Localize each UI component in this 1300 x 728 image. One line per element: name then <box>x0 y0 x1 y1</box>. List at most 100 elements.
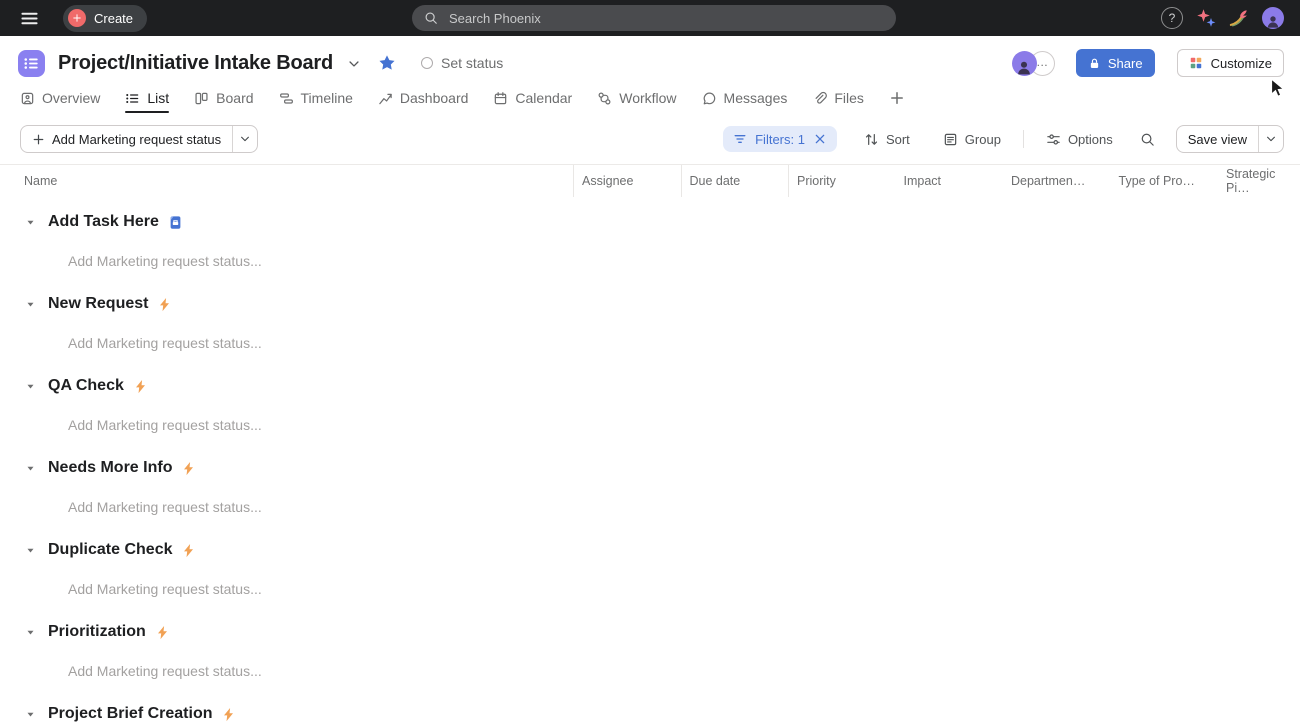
collapse-triangle-icon[interactable] <box>25 627 36 638</box>
group-badge-icon[interactable] <box>157 297 172 312</box>
column-header[interactable]: Name <box>0 165 573 197</box>
status-group: Project Brief Creation Add Marketing req… <box>0 700 1300 728</box>
clear-filters-icon[interactable] <box>813 132 827 146</box>
add-task-placeholder-row[interactable]: Add Marketing request status... <box>0 575 1300 603</box>
column-header-row: Name Assignee Due date Priority Impact D… <box>0 164 1300 197</box>
task-list-body: Add Task Here Add Marketing request stat… <box>0 196 1300 728</box>
list-search-icon[interactable] <box>1140 132 1155 147</box>
project-icon[interactable] <box>18 50 45 77</box>
column-header[interactable]: Impact <box>896 165 1004 197</box>
group-badge-icon[interactable] <box>155 625 170 640</box>
add-view-tab-button[interactable] <box>889 90 905 106</box>
group-name[interactable]: Project Brief Creation <box>48 705 212 723</box>
ai-sparkle-icon[interactable] <box>1196 8 1216 28</box>
column-header[interactable]: Type of Pro… <box>1111 165 1219 197</box>
add-task-placeholder-row[interactable]: Add Marketing request status... <box>0 247 1300 275</box>
view-tab[interactable]: Messages <box>702 84 788 112</box>
view-tabs: Overview List Board Timeline Dashboard C… <box>20 84 905 112</box>
view-tab[interactable]: Files <box>812 84 864 112</box>
save-view-split-button: Save view <box>1176 125 1284 153</box>
lock-icon <box>1088 57 1101 70</box>
column-header[interactable]: Strategic Pi… <box>1218 165 1300 197</box>
collapse-triangle-icon[interactable] <box>25 299 36 310</box>
add-task-placeholder-row[interactable]: Add Marketing request status... <box>0 411 1300 439</box>
tab-icon <box>20 91 35 106</box>
customize-button[interactable]: Customize <box>1177 49 1284 77</box>
group-name[interactable]: Prioritization <box>48 623 146 641</box>
group-button[interactable]: Group <box>937 131 1007 148</box>
group-header-row: Needs More Info <box>0 454 1300 482</box>
view-tab[interactable]: Calendar <box>493 84 572 112</box>
view-tab[interactable]: Board <box>194 84 253 112</box>
hamburger-menu-icon[interactable] <box>20 9 39 28</box>
group-name[interactable]: QA Check <box>48 377 124 395</box>
global-search-input[interactable] <box>447 10 884 27</box>
add-task-placeholder-row[interactable]: Add Marketing request status... <box>0 329 1300 357</box>
list-toolbar: Add Marketing request status Filters: 1 … <box>20 125 1284 153</box>
column-header[interactable]: Assignee <box>573 165 681 197</box>
view-tab[interactable]: Timeline <box>279 84 353 112</box>
filters-pill[interactable]: Filters: 1 <box>723 126 837 152</box>
user-avatar[interactable] <box>1262 7 1284 29</box>
options-button[interactable]: Options <box>1040 131 1119 148</box>
phoenix-celebration-icon[interactable] <box>1229 8 1249 28</box>
sort-button[interactable]: Sort <box>858 131 916 148</box>
save-view-button-label: Save view <box>1188 132 1247 147</box>
status-group: QA Check Add Marketing request status... <box>0 372 1300 439</box>
tab-label: List <box>147 90 169 106</box>
collapse-triangle-icon[interactable] <box>25 545 36 556</box>
view-tab[interactable]: Dashboard <box>378 84 469 112</box>
column-header-label: Assignee <box>582 174 633 188</box>
group-name[interactable]: New Request <box>48 295 148 313</box>
view-tab[interactable]: Workflow <box>597 84 676 112</box>
save-view-button[interactable]: Save view <box>1177 126 1259 152</box>
page-title: Project/Initiative Intake Board <box>58 52 333 75</box>
topbar-actions: ? <box>1161 7 1284 29</box>
tab-label: Dashboard <box>400 90 469 106</box>
status-group: Needs More Info Add Marketing request st… <box>0 454 1300 521</box>
title-chevron-down-icon[interactable] <box>347 57 361 71</box>
save-view-dropdown-button[interactable] <box>1259 126 1283 152</box>
help-button[interactable]: ? <box>1161 7 1183 29</box>
add-task-placeholder-row[interactable]: Add Marketing request status... <box>0 657 1300 685</box>
plus-icon <box>32 133 45 146</box>
filters-pill-label: Filters: 1 <box>755 132 805 147</box>
member-avatar[interactable] <box>1012 51 1037 76</box>
group-badge-icon[interactable] <box>133 379 148 394</box>
group-badge-icon[interactable] <box>221 707 236 722</box>
collapse-triangle-icon[interactable] <box>25 217 36 228</box>
sort-icon <box>864 132 879 147</box>
global-search-bar[interactable] <box>412 5 896 31</box>
favorite-star-icon[interactable] <box>378 54 396 72</box>
group-badge-icon[interactable] <box>168 215 183 230</box>
tab-label: Files <box>834 90 864 106</box>
collapse-triangle-icon[interactable] <box>25 709 36 720</box>
group-name[interactable]: Duplicate Check <box>48 541 172 559</box>
tab-icon <box>597 91 612 106</box>
column-header[interactable]: Priority <box>788 165 896 197</box>
create-button[interactable]: Create <box>63 5 147 32</box>
add-task-dropdown-button[interactable] <box>233 126 257 152</box>
column-header[interactable]: Departmen… <box>1003 165 1111 197</box>
group-badge-icon[interactable] <box>181 461 196 476</box>
column-header-label: Name <box>24 174 57 188</box>
group-header-row: Add Task Here <box>0 208 1300 236</box>
tab-label: Overview <box>42 90 100 106</box>
project-header: Project/Initiative Intake Board Set stat… <box>18 44 1284 82</box>
view-tab[interactable]: List <box>125 84 169 112</box>
share-button[interactable]: Share <box>1076 49 1155 77</box>
group-button-label: Group <box>965 132 1001 147</box>
group-name[interactable]: Add Task Here <box>48 213 159 231</box>
group-badge-icon[interactable] <box>181 543 196 558</box>
column-header-label: Due date <box>690 174 741 188</box>
tab-icon <box>279 91 294 106</box>
add-task-button[interactable]: Add Marketing request status <box>21 126 233 152</box>
collapse-triangle-icon[interactable] <box>25 381 36 392</box>
group-name[interactable]: Needs More Info <box>48 459 172 477</box>
collapse-triangle-icon[interactable] <box>25 463 36 474</box>
column-header[interactable]: Due date <box>681 165 789 197</box>
add-task-placeholder-row[interactable]: Add Marketing request status... <box>0 493 1300 521</box>
column-header-label: Strategic Pi… <box>1226 167 1300 195</box>
set-status-button[interactable]: Set status <box>421 55 503 71</box>
view-tab[interactable]: Overview <box>20 84 100 112</box>
